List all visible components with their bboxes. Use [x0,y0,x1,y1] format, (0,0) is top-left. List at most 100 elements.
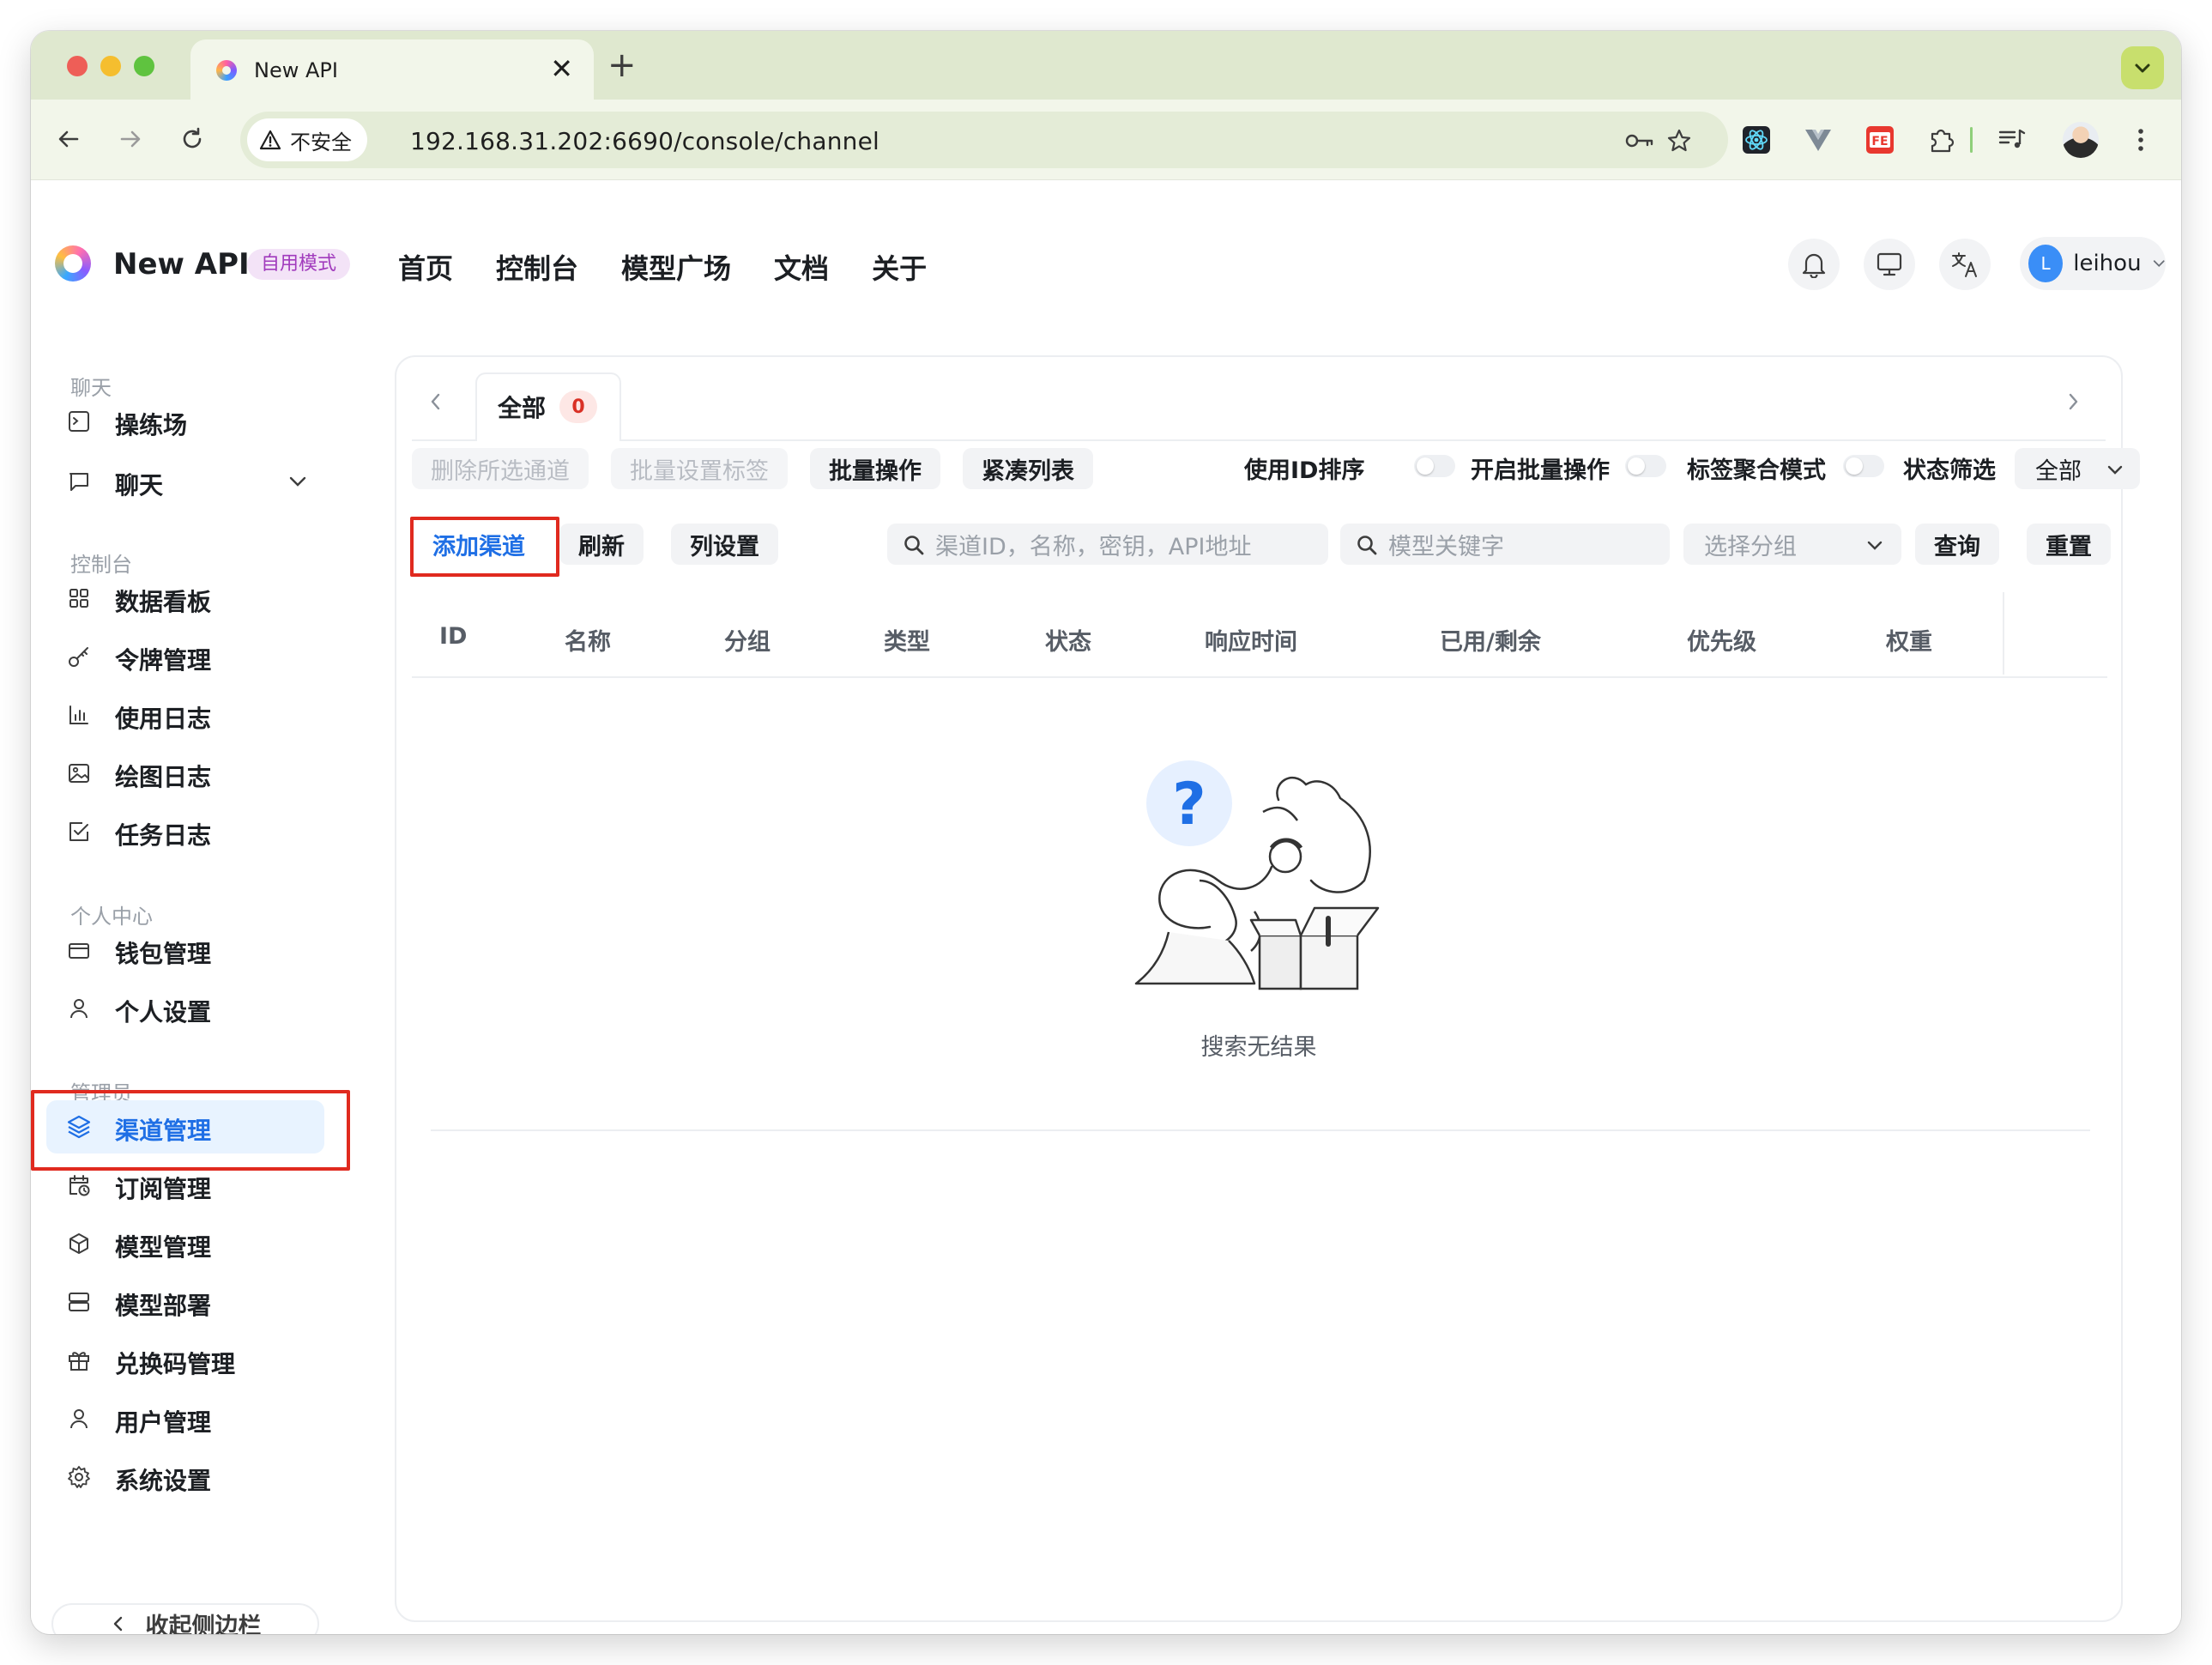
app-root: New API 自用模式 首页 控制台 模型广场 文档 关于 L leihou … [31,180,2181,1634]
close-tab-icon[interactable]: ✕ [550,53,573,84]
terminal-icon [65,408,93,435]
column-header-id[interactable]: ID [439,623,467,650]
sidebar-item-subscriptions[interactable]: 订阅管理 [43,1159,357,1212]
close-window-button[interactable] [67,56,88,76]
column-settings-button[interactable]: 列设置 [671,524,778,565]
media-controls-icon[interactable] [1996,124,2028,156]
sort-by-id-label: 使用ID排序 [1244,457,1365,484]
toolbar-separator [1970,127,1973,153]
sidebar-item-label: 系统设置 [115,1467,212,1495]
search-icon [904,536,924,555]
extensions-puzzle-icon[interactable] [1925,124,1958,156]
column-header-response-time[interactable]: 响应时间 [1205,623,1297,657]
calendar-clock-icon [65,1172,93,1199]
column-header-status[interactable]: 状态 [1045,623,1091,657]
sidebar-item-label: 使用日志 [115,705,212,733]
sidebar-item-channels[interactable]: 渠道管理 [46,1100,324,1153]
collapse-sidebar-label: 收起侧边栏 [145,1613,262,1635]
chevron-down-icon[interactable] [287,470,309,493]
collapse-sidebar-button[interactable]: 收起侧边栏 [51,1603,319,1634]
nav-home[interactable]: 首页 [398,247,453,287]
query-button[interactable]: 查询 [1915,524,1999,565]
bell-icon [1802,253,1826,278]
forward-button[interactable] [110,118,151,160]
vue-devtools-icon[interactable] [1802,124,1834,156]
refresh-button[interactable]: 刷新 [559,524,644,565]
monitor-icon [1877,252,1902,276]
notifications-button[interactable] [1788,239,1840,290]
password-key-icon[interactable] [1625,126,1654,155]
group-select[interactable]: 选择分组 [1683,524,1901,565]
sidebar-item-deployment[interactable]: 模型部署 [43,1275,357,1329]
channel-search-input[interactable]: 渠道ID，名称，密钥，API地址 [887,524,1328,565]
browser-window: New API ✕ + 不安全 192.168.31.202:6690/cons… [31,31,2181,1634]
sort-by-id-switch[interactable] [1414,455,1455,477]
status-filter-select[interactable]: 全部 [2015,448,2140,489]
column-header-used-remaining[interactable]: 已用/剩余 [1440,623,1541,657]
address-bar[interactable]: 不安全 192.168.31.202:6690/console/channel [240,112,1728,168]
maximize-window-button[interactable] [134,56,154,76]
group-select-placeholder: 选择分组 [1704,533,1797,560]
table-header: ID 名称 分组 类型 状态 响应时间 已用/剩余 优先级 权重 [412,592,2107,678]
add-channel-button[interactable]: 添加渠道 [410,524,547,565]
browser-tabstrip: New API ✕ + [31,31,2181,100]
sidebar-item-redemption[interactable]: 兑换码管理 [43,1334,357,1387]
chevron-right-icon[interactable] [2063,390,2083,414]
nav-about[interactable]: 关于 [872,247,927,287]
sidebar-item-playground[interactable]: 操练场 [43,395,357,448]
column-header-name[interactable]: 名称 [565,623,611,657]
tab-search-button[interactable] [2121,46,2164,89]
new-tab-button[interactable]: + [607,48,637,82]
tab-all-label: 全部 [498,394,547,422]
sidebar-item-personal-settings[interactable]: 个人设置 [43,982,357,1035]
fe-helper-icon[interactable]: FE [1864,124,1896,156]
reset-button[interactable]: 重置 [2027,524,2111,565]
user-menu[interactable]: L leihou [2020,237,2166,290]
react-devtools-icon[interactable] [1740,124,1773,156]
browser-tab-active[interactable]: New API ✕ [190,39,594,100]
sidebar-item-tokens[interactable]: 令牌管理 [43,630,357,683]
layers-icon [65,1113,93,1141]
sidebar-item-wallet[interactable]: 钱包管理 [43,923,357,977]
language-button[interactable] [1939,239,1991,290]
enable-batch-switch[interactable] [1625,455,1666,477]
reload-button[interactable] [172,118,213,160]
column-header-priority[interactable]: 优先级 [1687,623,1756,657]
sidebar-item-task-log[interactable]: 任务日志 [43,805,357,858]
batch-operations-button[interactable]: 批量操作 [810,448,940,489]
delete-selected-button[interactable]: 删除所选通道 [412,448,589,489]
column-header-weight[interactable]: 权重 [1886,623,1932,657]
security-chip[interactable]: 不安全 [247,118,367,161]
column-header-type[interactable]: 类型 [884,623,930,657]
back-button[interactable] [48,118,89,160]
empty-state-text: 搜索无结果 [1200,1034,1317,1061]
sidebar-item-chat[interactable]: 聊天 [43,455,357,508]
tab-underline [412,439,2106,441]
url-text[interactable]: 192.168.31.202:6690/console/channel [410,127,879,155]
minimize-window-button[interactable] [100,56,121,76]
batch-tag-button[interactable]: 批量设置标签 [611,448,788,489]
gift-icon [65,1347,93,1374]
sidebar-item-drawing-log[interactable]: 绘图日志 [43,747,357,800]
model-keyword-input[interactable]: 模型关键字 [1340,524,1670,565]
chrome-menu-icon[interactable] [2124,124,2157,156]
bookmark-star-icon[interactable] [1665,126,1694,155]
sidebar-item-system-settings[interactable]: 系统设置 [43,1450,357,1504]
tab-all[interactable]: 全部 0 [475,372,621,439]
nav-model-market[interactable]: 模型广场 [621,247,731,287]
chevron-left-icon[interactable] [426,390,446,414]
sidebar-item-models[interactable]: 模型管理 [43,1217,357,1270]
sidebar-item-users[interactable]: 用户管理 [43,1392,357,1445]
tag-aggregate-switch[interactable] [1843,455,1884,477]
compact-list-button[interactable]: 紧凑列表 [963,448,1093,489]
column-header-group[interactable]: 分组 [724,623,771,657]
sidebar-item-label: 订阅管理 [115,1175,212,1203]
avatar: L [2028,245,2064,282]
theme-button[interactable] [1864,239,1915,290]
sidebar-item-dashboard[interactable]: 数据看板 [43,572,357,625]
profile-avatar[interactable] [2063,122,2099,158]
nav-console[interactable]: 控制台 [496,247,578,287]
sidebar-item-usage-log[interactable]: 使用日志 [43,688,357,742]
user-name: leihou [2073,251,2142,276]
nav-docs[interactable]: 文档 [774,247,829,287]
